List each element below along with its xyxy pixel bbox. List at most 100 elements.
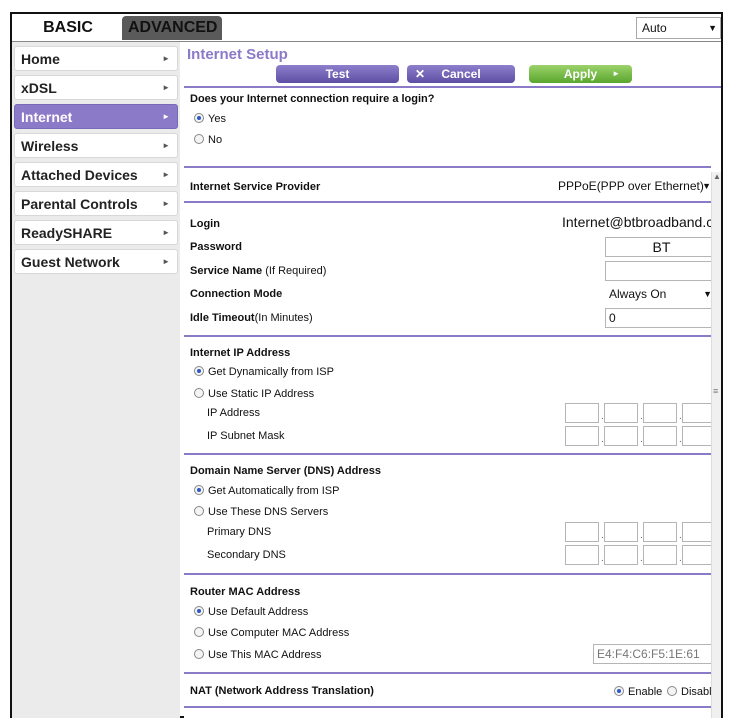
sidebar-item-label: Parental Controls xyxy=(21,196,138,212)
primary-dns-octet-2[interactable] xyxy=(604,522,638,542)
ip-octet-3[interactable] xyxy=(643,403,677,423)
apply-button-label: Apply xyxy=(563,67,598,81)
arrow-right-icon: ► xyxy=(162,170,170,179)
dns-auto-label: Get Automatically from ISP xyxy=(208,485,340,497)
secondary-dns-octet-1[interactable] xyxy=(565,545,599,565)
arrow-right-icon: ► xyxy=(162,112,170,121)
sidebar-item-label: Guest Network xyxy=(21,254,120,270)
divider xyxy=(184,573,711,575)
sidebar-item-label: Internet xyxy=(21,109,73,125)
mac-default-option[interactable]: Use Default Address xyxy=(194,606,308,618)
arrow-right-icon: ► xyxy=(612,69,620,78)
radio-icon[interactable] xyxy=(194,627,204,637)
sidebar-item-guest-network[interactable]: Guest Network ► xyxy=(14,249,178,274)
radio-icon[interactable] xyxy=(194,134,204,144)
scroll-grip-icon[interactable]: ≡ xyxy=(713,386,718,396)
service-name-label-text: Service Name xyxy=(190,265,263,277)
language-select-value: Auto xyxy=(642,21,667,35)
service-name-field[interactable] xyxy=(605,261,715,281)
connection-mode-label: Connection Mode xyxy=(190,288,283,300)
connection-mode-select[interactable]: Always On ▼ xyxy=(609,284,715,304)
isp-select-value: PPPoE(PPP over Ethernet) xyxy=(558,179,704,193)
idle-timeout-label: Idle Timeout(In Minutes) xyxy=(190,312,313,324)
login-required-question: Does your Internet connection require a … xyxy=(190,93,435,105)
idle-timeout-hint: (In Minutes) xyxy=(254,312,313,324)
divider xyxy=(184,86,721,88)
nat-enable-option[interactable]: Enable xyxy=(614,686,662,698)
test-button-label: Test xyxy=(325,67,350,81)
password-field[interactable]: BT xyxy=(605,237,715,257)
sidebar-item-label: Home xyxy=(21,51,60,67)
mac-computer-option[interactable]: Use Computer MAC Address xyxy=(194,627,349,639)
primary-dns-octet-1[interactable] xyxy=(565,522,599,542)
mask-octet-3[interactable] xyxy=(643,426,677,446)
arrow-right-icon: ► xyxy=(162,54,170,63)
sidebar-item-xdsl[interactable]: xDSL ► xyxy=(14,75,178,100)
dns-auto-option[interactable]: Get Automatically from ISP xyxy=(194,485,339,497)
apply-button[interactable]: Apply ► xyxy=(529,65,632,83)
tab-basic[interactable]: BASIC xyxy=(14,16,122,40)
divider xyxy=(184,166,711,168)
idle-timeout-label-text: Idle Timeout xyxy=(190,312,255,324)
radio-selected-icon[interactable] xyxy=(194,606,204,616)
mac-this-label: Use This MAC Address xyxy=(208,649,322,661)
radio-icon[interactable] xyxy=(194,506,204,516)
arrow-right-icon: ► xyxy=(162,83,170,92)
divider xyxy=(184,335,711,337)
divider xyxy=(184,201,711,203)
scrollbar[interactable]: ▲ ≡ xyxy=(711,172,721,718)
radio-selected-icon[interactable] xyxy=(194,366,204,376)
arrow-right-icon: ► xyxy=(162,199,170,208)
radio-selected-icon[interactable] xyxy=(194,113,204,123)
mac-address-field[interactable]: E4:F4:C6:F5:1E:61 xyxy=(593,644,715,664)
secondary-dns-octet-3[interactable] xyxy=(643,545,677,565)
isp-select[interactable]: PPPoE(PPP over Ethernet) ▼ xyxy=(558,176,714,196)
cancel-button[interactable]: ✕ Cancel xyxy=(407,65,515,83)
dns-title: Domain Name Server (DNS) Address xyxy=(190,465,381,477)
dns-manual-option[interactable]: Use These DNS Servers xyxy=(194,506,328,518)
test-button[interactable]: Test xyxy=(276,65,399,83)
mac-computer-label: Use Computer MAC Address xyxy=(208,627,350,639)
ip-octet-1[interactable] xyxy=(565,403,599,423)
sidebar-item-parental-controls[interactable]: Parental Controls ► xyxy=(14,191,178,216)
primary-dns-octet-3[interactable] xyxy=(643,522,677,542)
mask-octet-1[interactable] xyxy=(565,426,599,446)
page-title: Internet Setup xyxy=(187,46,288,63)
sidebar-item-home[interactable]: Home ► xyxy=(14,46,178,71)
language-select[interactable]: Auto ▼ xyxy=(636,17,721,39)
sidebar-item-internet[interactable]: Internet ► xyxy=(14,104,178,129)
radio-icon[interactable] xyxy=(667,686,677,696)
close-icon: ✕ xyxy=(415,67,426,81)
nat-label: NAT (Network Address Translation) xyxy=(190,685,374,697)
idle-timeout-field[interactable]: 0 xyxy=(605,308,715,328)
dns-manual-label: Use These DNS Servers xyxy=(208,506,329,518)
secondary-dns-octet-2[interactable] xyxy=(604,545,638,565)
ip-address-label: IP Address xyxy=(207,407,260,419)
sidebar-item-wireless[interactable]: Wireless ► xyxy=(14,133,178,158)
divider xyxy=(184,672,711,674)
sidebar-item-readyshare[interactable]: ReadySHARE ► xyxy=(14,220,178,245)
ip-dynamic-option[interactable]: Get Dynamically from ISP xyxy=(194,366,334,378)
mask-octet-2[interactable] xyxy=(604,426,638,446)
secondary-dns-label: Secondary DNS xyxy=(207,549,286,561)
subnet-mask-label: IP Subnet Mask xyxy=(207,430,285,442)
arrow-right-icon: ► xyxy=(162,257,170,266)
mac-default-label: Use Default Address xyxy=(208,606,309,618)
login-field[interactable]: Internet@btbroadband.com xyxy=(562,214,721,230)
radio-icon[interactable] xyxy=(194,388,204,398)
sidebar: Home ► xDSL ► Internet ► Wireless ► Atta… xyxy=(12,42,180,718)
mac-title: Router MAC Address xyxy=(190,586,301,598)
login-no-option[interactable]: No xyxy=(194,134,222,146)
sidebar-item-attached-devices[interactable]: Attached Devices ► xyxy=(14,162,178,187)
tab-advanced[interactable]: ADVANCED xyxy=(122,16,222,40)
ip-octet-2[interactable] xyxy=(604,403,638,423)
scroll-up-icon[interactable]: ▲ xyxy=(713,172,721,181)
radio-selected-icon[interactable] xyxy=(194,485,204,495)
radio-icon[interactable] xyxy=(194,649,204,659)
login-yes-option[interactable]: Yes xyxy=(194,113,226,125)
ip-static-option[interactable]: Use Static IP Address xyxy=(194,388,314,400)
login-no-label: No xyxy=(208,134,223,146)
mac-this-option[interactable]: Use This MAC Address xyxy=(194,649,322,661)
service-name-hint: (If Required) xyxy=(265,265,327,277)
radio-selected-icon[interactable] xyxy=(614,686,624,696)
